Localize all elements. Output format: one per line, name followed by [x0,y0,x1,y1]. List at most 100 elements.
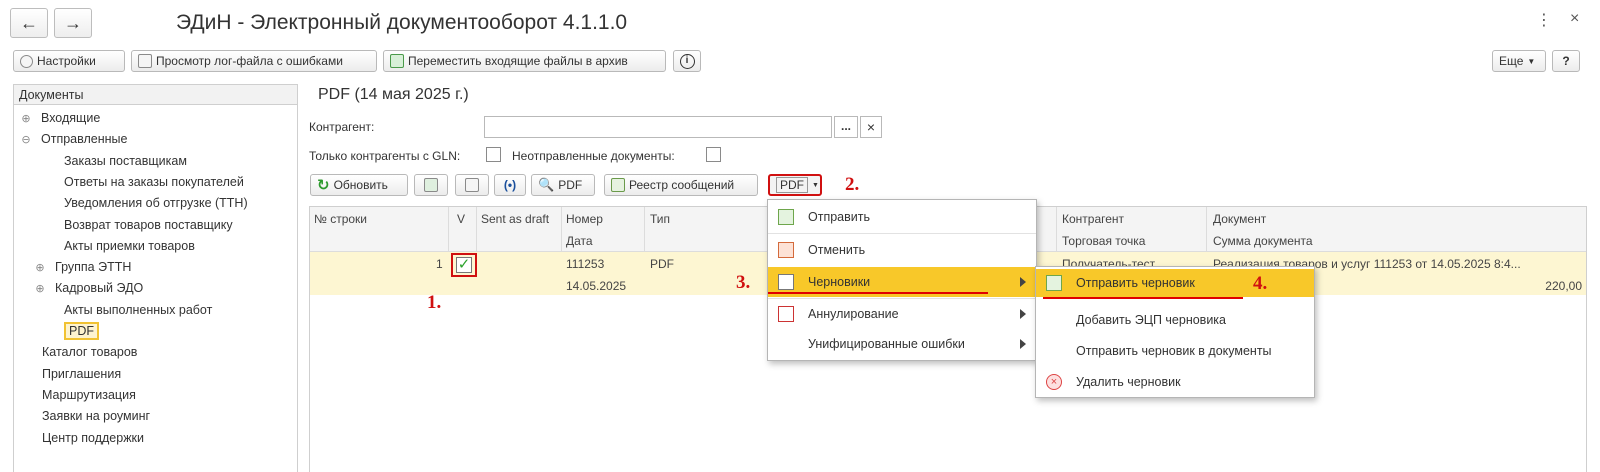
check-all-button[interactable] [414,174,448,196]
cancel-document-icon [778,242,794,258]
col-header-number[interactable]: Номер [566,212,603,226]
broadcast-button[interactable]: (•) [494,174,526,196]
chevron-down-icon: ▼ [812,181,819,189]
sidebar-item-label: Входящие [41,111,101,125]
sidebar-item[interactable]: Акты выполненных работ [64,303,212,317]
delete-icon: × [1046,374,1062,390]
select-counterparty-button[interactable]: ... [834,116,858,138]
sidebar-item[interactable]: Акты приемки товаров [64,239,195,253]
page-title: PDF (14 мая 2025 г.) [318,86,469,103]
sidebar-item[interactable]: ⊕ Кадровый ЭДО [34,281,143,295]
sidebar-item[interactable]: ⊖ Отправленные [20,132,127,146]
message-registry-button[interactable]: Реестр сообщений [604,174,758,196]
arrow-right-icon: → [64,12,82,33]
send-draft-icon [1046,275,1062,291]
sidebar-item[interactable]: ⊕ Входящие [20,111,100,125]
copy-icon [465,178,479,192]
menu-item-cancel[interactable]: Отменить [768,235,1036,265]
back-button[interactable]: ← [10,8,48,38]
submenu-arrow-icon [1020,339,1026,349]
move-to-archive-button[interactable]: Переместить входящие файлы в архив [383,50,666,72]
sidebar-item[interactable]: Маршрутизация [42,388,136,402]
sidebar-item[interactable]: Центр поддержки [42,431,144,445]
counterparty-label: Контрагент: [309,120,375,134]
menu-item-add-signature[interactable]: Добавить ЭЦП черновика [1036,305,1314,335]
sidebar-item-label: Уведомления об отгрузке (ТТН) [64,196,248,211]
pdf-preview-button[interactable]: 🔍 PDF [531,174,595,196]
sidebar-item[interactable]: Приглашения [42,367,121,381]
refresh-button[interactable]: ↻ Обновить [310,174,408,196]
menu-item-send-draft[interactable]: Отправить черновик [1036,269,1314,297]
sidebar-item[interactable]: Заявки на роуминг [42,409,150,423]
sidebar-item-label: Акты приемки товаров [64,238,195,253]
gln-label: Только контрагенты с GLN: [309,149,461,163]
sidebar-item-label: PDF [64,322,99,340]
send-draft-underline [1043,297,1243,299]
step-1-label: 1. [427,292,442,313]
window-title: ЭДиН - Электронный документооборот 4.1.1… [176,11,628,34]
menu-item-send-draft-to-docs[interactable]: Отправить черновик в документы [1036,336,1314,366]
sidebar-item-label: Кадровый ЭДО [55,281,144,296]
sidebar-item[interactable]: Возврат товаров поставщику [64,218,233,232]
menu-item-annulment[interactable]: Аннулирование [768,299,1036,329]
sidebar-item[interactable]: Каталог товаров [42,345,137,359]
drafts-underline [768,292,988,294]
info-button[interactable]: i [673,50,701,72]
menu-item-delete-draft[interactable]: × Удалить черновик [1036,367,1314,397]
pdf-dropdown-button[interactable]: PDF ▼ [768,174,822,196]
broadcast-icon: (•) [503,178,517,192]
more-button[interactable]: Еще ▼ [1492,50,1546,72]
settings-button[interactable]: Настройки [13,50,125,72]
forward-button[interactable]: → [54,8,92,38]
sidebar-item[interactable]: PDF [64,322,99,340]
row-type: PDF [650,257,674,271]
sidebar-item[interactable]: Уведомления об отгрузке (ТТН) [64,196,248,210]
view-log-button[interactable]: Просмотр лог-файла с ошибками [131,50,377,72]
sidebar: Документы ⊕ Входящие ⊖ Отправленные Заказы п… [13,84,298,472]
menu-item-send[interactable]: Отправить [768,202,1036,232]
expand-icon[interactable]: ⊕ [20,112,32,125]
col-header-counterparty[interactable]: Контрагент [1062,212,1124,226]
row-line-no: 1 [436,257,443,271]
draft-edit-icon [778,274,794,290]
annul-document-icon [778,306,794,322]
step-4-label: 4. [1253,273,1268,294]
gln-checkbox[interactable] [486,147,501,162]
step-3-label: 3. [736,272,751,293]
col-header-line-no[interactable]: № строки [314,212,367,226]
sidebar-item-label: Приглашения [42,366,122,381]
col-header-date[interactable]: Дата [566,234,593,248]
gear-icon [20,54,33,68]
more-vertical-icon[interactable]: ⋮ [1536,10,1552,30]
help-button[interactable]: ? [1552,50,1580,72]
collapse-icon[interactable]: ⊖ [20,133,32,146]
copy-button[interactable] [455,174,489,196]
col-header-sent-as-draft[interactable]: Sent as draft [481,212,549,226]
col-header-document[interactable]: Документ [1213,212,1266,226]
menu-item-unified-errors[interactable]: Унифицированные ошибки [768,329,1036,359]
unsent-checkbox[interactable] [706,147,721,162]
col-header-type[interactable]: Тип [650,212,670,226]
arrow-left-icon: ← [20,12,38,33]
sidebar-item[interactable]: Ответы на заказы покупателей [64,175,244,189]
expand-icon[interactable]: ⊕ [34,261,46,274]
expand-icon[interactable]: ⊕ [34,282,46,295]
close-icon[interactable]: × [1570,10,1579,28]
sidebar-item-label: Акты выполненных работ [64,302,213,317]
sidebar-item[interactable]: ⊕ Группа ЭТТН [34,260,131,274]
col-header-trade-point[interactable]: Торговая точка [1062,234,1145,248]
col-header-amount[interactable]: Сумма документа [1213,234,1313,248]
refresh-icon: ↻ [317,177,330,194]
sidebar-item[interactable]: Заказы поставщикам [64,154,187,168]
chevron-down-icon: ▼ [1527,56,1536,66]
col-header-v[interactable]: V [457,212,465,226]
counterparty-input[interactable] [484,116,832,138]
row-date: 14.05.2025 [566,279,627,293]
sidebar-item-label: Возврат товаров поставщику [64,217,233,232]
row-checkbox[interactable]: ✓ [456,257,472,273]
row-amount: 220,00 [1545,279,1582,293]
unsent-label: Неотправленные документы: [512,149,675,163]
row-number: 111253 [566,257,605,271]
sidebar-header: Документы [14,85,297,105]
clear-counterparty-button[interactable]: × [860,116,882,138]
